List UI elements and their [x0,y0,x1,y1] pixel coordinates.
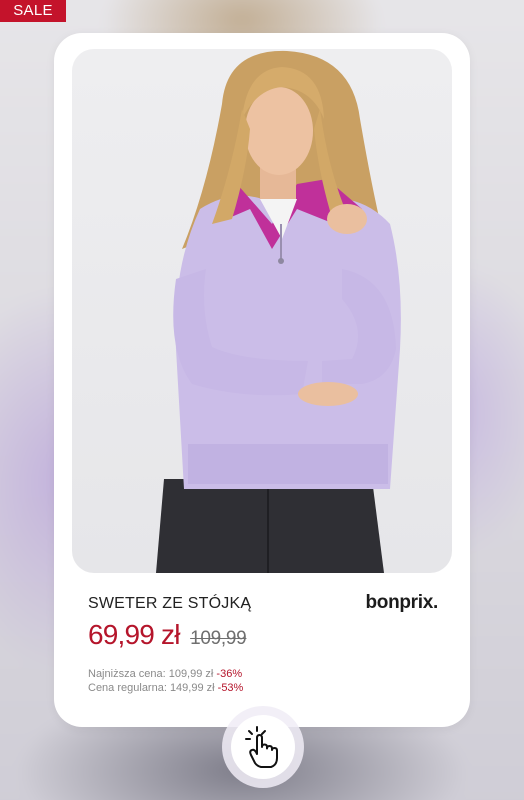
tap-button[interactable] [222,706,304,788]
brand-logo: bonprix. [365,592,438,613]
old-price: 109,99 [190,628,247,649]
lowest-price-line: Najniższa cena: 109,99 zł -36% [88,667,243,681]
price-info: Najniższa cena: 109,99 zł -36% Cena regu… [88,667,243,695]
product-image[interactable] [72,49,452,573]
tap-button-inner[interactable] [231,715,295,779]
price-row: 69,99 zł 109,99 [88,619,247,651]
model-photo-illustration [156,50,401,573]
tap-hand-icon [245,726,278,768]
product-card[interactable]: SWETER ZE STÓJKĄ bonprix. 69,99 zł 109,9… [54,33,470,727]
regular-price-line: Cena regularna: 149,99 zł -53% [88,681,243,695]
lowest-price-label: Najniższa cena: 109,99 zł [88,668,214,680]
sale-badge: SALE [0,0,66,22]
current-price: 69,99 zł [88,619,180,650]
ad-screen: SALE SWETER ZE STÓJKĄ bonprix. 69,99 zł … [0,0,524,800]
product-title: SWETER ZE STÓJKĄ [88,595,252,612]
lowest-price-discount: -36% [216,668,243,680]
regular-price-label: Cena regularna: 149,99 zł [88,682,215,694]
regular-price-discount: -53% [217,682,244,694]
